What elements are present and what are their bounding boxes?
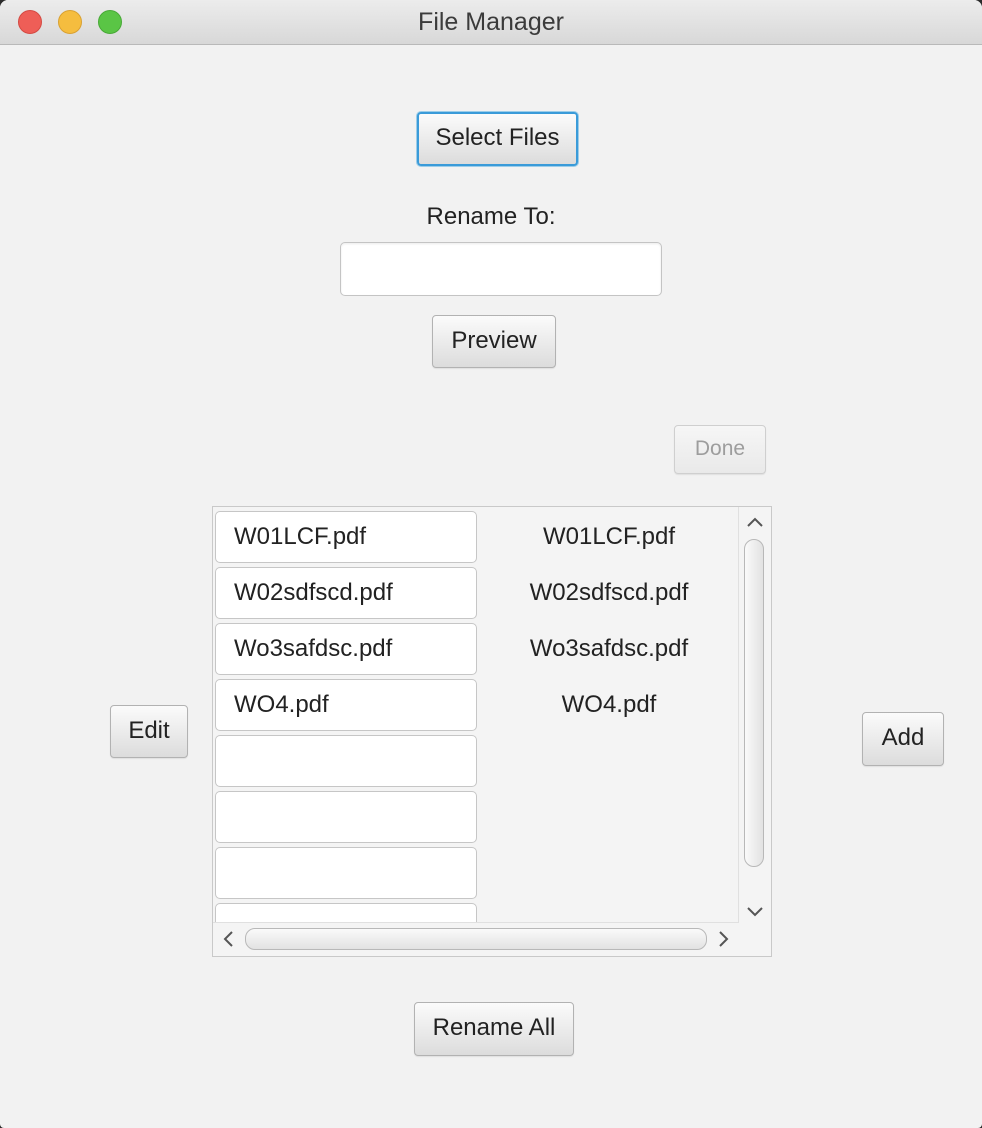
title-bar[interactable]: File Manager xyxy=(0,0,982,45)
horizontal-scrollbar[interactable] xyxy=(213,922,739,956)
preview-name xyxy=(479,847,739,899)
preview-name xyxy=(479,791,739,843)
preview-name: W01LCF.pdf xyxy=(542,523,676,550)
done-button: Done xyxy=(674,425,766,474)
preview-name xyxy=(479,903,739,923)
file-name-field[interactable] xyxy=(215,791,477,843)
file-list: W01LCF.pdf W01LCF.pdf W02sdfscd.pdf W02s… xyxy=(213,507,739,923)
file-row xyxy=(213,787,739,843)
file-name-field[interactable]: WO4.pdf xyxy=(215,679,477,731)
window-title: File Manager xyxy=(418,8,564,36)
file-row xyxy=(213,899,739,923)
file-name-field[interactable] xyxy=(215,847,477,899)
file-row xyxy=(213,731,739,787)
add-button[interactable]: Add xyxy=(862,712,944,766)
chevron-left-icon[interactable] xyxy=(221,930,235,951)
rename-to-label: Rename To: xyxy=(426,203,556,230)
horizontal-scroll-thumb[interactable] xyxy=(245,928,707,950)
file-name-field[interactable]: Wo3safdsc.pdf xyxy=(215,623,477,675)
preview-name: Wo3safdsc.pdf xyxy=(529,635,689,662)
preview-button[interactable]: Preview xyxy=(432,315,556,368)
file-list-scroll-pane[interactable]: W01LCF.pdf W01LCF.pdf W02sdfscd.pdf W02s… xyxy=(212,506,772,957)
scrollbar-corner xyxy=(739,923,771,956)
rename-to-input[interactable] xyxy=(340,242,662,296)
vertical-scroll-thumb[interactable] xyxy=(744,539,764,867)
file-row: W02sdfscd.pdf W02sdfscd.pdf xyxy=(213,563,739,619)
select-files-button[interactable]: Select Files xyxy=(417,112,578,166)
preview-name: W02sdfscd.pdf xyxy=(529,579,689,606)
file-name-field[interactable]: W02sdfscd.pdf xyxy=(215,567,477,619)
preview-name xyxy=(479,735,739,787)
file-row: WO4.pdf WO4.pdf xyxy=(213,675,739,731)
chevron-up-icon[interactable] xyxy=(746,513,764,531)
file-row: Wo3safdsc.pdf Wo3safdsc.pdf xyxy=(213,619,739,675)
edit-button[interactable]: Edit xyxy=(110,705,188,758)
file-manager-window: File Manager Select Files Rename To: Pre… xyxy=(0,0,982,1128)
file-name-field[interactable] xyxy=(215,735,477,787)
chevron-down-icon[interactable] xyxy=(746,903,764,921)
vertical-scrollbar[interactable] xyxy=(738,507,771,923)
file-row xyxy=(213,843,739,899)
file-name-field[interactable] xyxy=(215,903,477,923)
file-row: W01LCF.pdf W01LCF.pdf xyxy=(213,507,739,563)
rename-all-button[interactable]: Rename All xyxy=(414,1002,574,1056)
preview-name: WO4.pdf xyxy=(561,691,657,718)
file-name-field[interactable]: W01LCF.pdf xyxy=(215,511,477,563)
chevron-right-icon[interactable] xyxy=(717,930,731,951)
